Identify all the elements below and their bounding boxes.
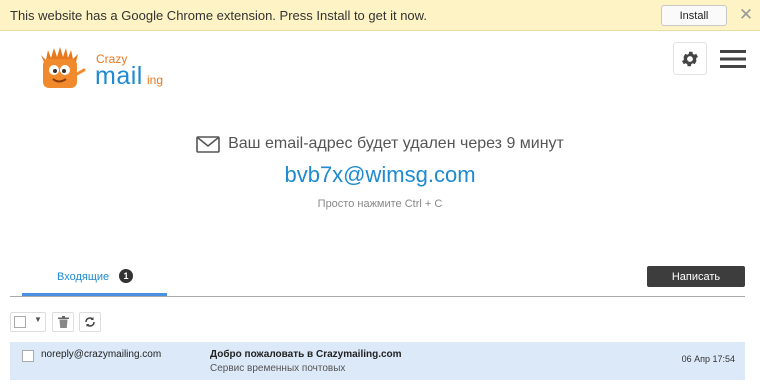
select-all-dropdown[interactable]: ▼: [10, 312, 46, 332]
menu-button[interactable]: [716, 42, 750, 75]
tabs-divider: [10, 296, 745, 297]
message-subject: Добро пожаловать в Crazymailing.com: [210, 349, 402, 360]
expire-text: Ваш email-адрес будет удален через 9 мин…: [228, 135, 564, 152]
install-button[interactable]: Install: [661, 5, 727, 26]
message-row[interactable]: noreply@crazymailing.com Добро пожаловат…: [10, 342, 745, 380]
extension-banner: This website has a Google Chrome extensi…: [0, 0, 760, 31]
delete-button[interactable]: [52, 312, 74, 332]
compose-button[interactable]: Написать: [647, 266, 745, 287]
message-checkbox[interactable]: [22, 350, 34, 362]
banner-text: This website has a Google Chrome extensi…: [10, 8, 427, 23]
logo-text-ing: ing: [147, 73, 164, 87]
message-preview: Сервис временных почтовых: [210, 363, 346, 374]
trash-icon: [57, 316, 69, 328]
settings-button[interactable]: [673, 42, 707, 75]
copy-hint: Просто нажмите Ctrl + C: [317, 198, 443, 210]
temp-email-address[interactable]: bvb7x@wimsg.com: [0, 162, 760, 188]
gear-icon: [682, 51, 698, 66]
close-icon[interactable]: ✕: [737, 5, 755, 25]
inbox-count-badge: 1: [119, 269, 133, 283]
envelope-icon: [196, 135, 220, 153]
tab-inbox[interactable]: Входящие 1: [22, 264, 167, 298]
refresh-icon: [85, 317, 95, 327]
refresh-button[interactable]: [79, 312, 101, 332]
tab-inbox-label: Входящие: [57, 271, 110, 283]
message-sender: noreply@crazymailing.com: [41, 349, 162, 360]
message-date: 06 Апр 17:54: [681, 354, 735, 364]
select-all-checkbox[interactable]: [14, 316, 26, 328]
logo-text-mail: mail: [95, 62, 143, 90]
hamburger-menu-icon: [720, 49, 746, 68]
expire-notice: Ваш email-адрес будет удален через 9 мин…: [0, 133, 760, 155]
monster-mascot-icon: [41, 47, 86, 88]
chevron-down-icon[interactable]: ▼: [34, 315, 42, 324]
